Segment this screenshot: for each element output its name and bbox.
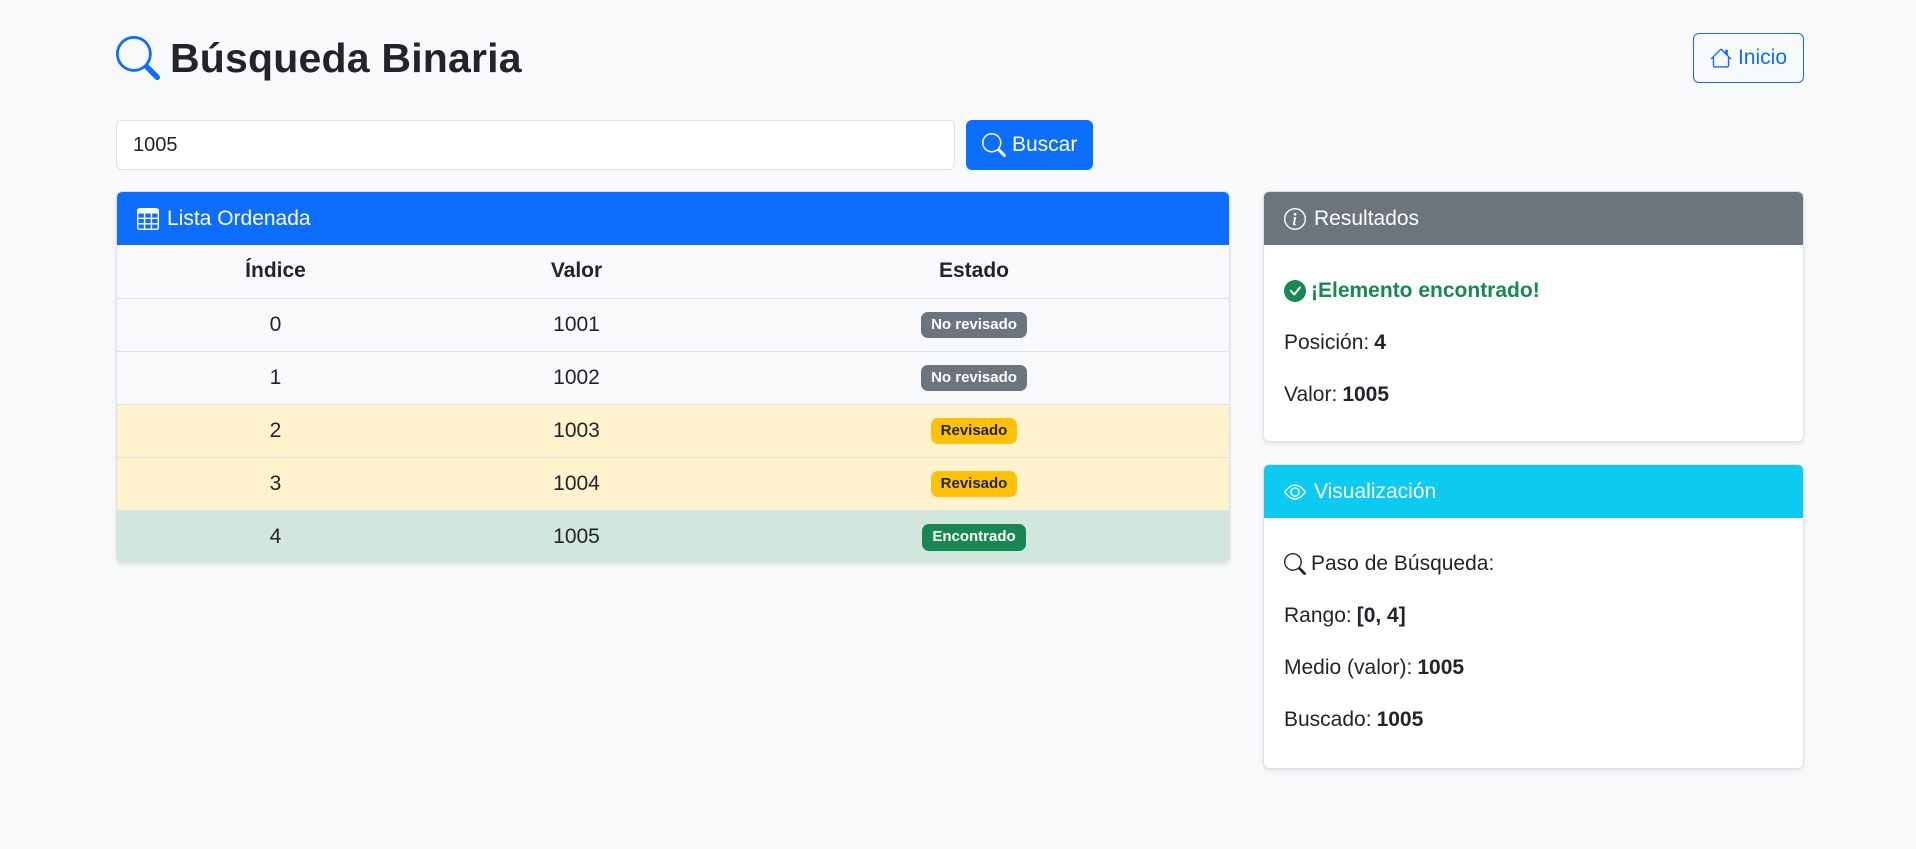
mid-label: Medio (valor): [1284,656,1413,679]
row-index: 3 [117,457,434,511]
search-form: Buscar [116,120,1094,170]
search-icon [982,133,1006,157]
found-message: ¡Elemento encontrado! [1284,265,1783,317]
row-value: 1001 [434,298,719,352]
row-value: 1003 [434,404,719,458]
value-line: Valor: 1005 [1284,369,1783,421]
value-label: Valor: [1284,383,1338,406]
status-badge: Revisado [930,470,1018,498]
sought-label: Buscado: [1284,708,1372,731]
row-value: 1004 [434,457,719,511]
column-header-value: Valor [434,245,719,299]
sorted-list-header: Lista Ordenada [117,192,1229,245]
page-title-text: Búsqueda Binaria [170,34,522,81]
position-line: Posición: 4 [1284,317,1783,369]
info-circle-icon [1284,207,1306,230]
search-button-label: Buscar [1012,133,1078,156]
table-row: 2 1003 Revisado [117,404,1229,458]
mid-line: Medio (valor): 1005 [1284,642,1783,694]
row-index: 4 [117,510,434,562]
range-label: Rango: [1284,604,1352,627]
visualization-body: Paso de Búsqueda: Rango: [0, 4] Medio (v… [1264,518,1803,766]
row-value: 1005 [434,510,719,562]
search-input[interactable] [116,120,955,170]
found-message-text: ¡Elemento encontrado! [1311,279,1540,302]
sorted-list-title: Lista Ordenada [167,206,311,230]
value-value: 1005 [1342,383,1390,406]
home-button-label: Inicio [1737,46,1787,69]
row-status-cell: Revisado [719,457,1229,511]
status-badge: Encontrado [922,524,1026,551]
results-title: Resultados [1314,206,1420,230]
check-circle-icon [1284,280,1306,302]
sought-line: Buscado: 1005 [1284,694,1783,746]
visualization-title: Visualización [1314,479,1437,503]
house-icon [1710,48,1732,68]
row-index: 0 [117,298,434,352]
table-row: 4 1005 Encontrado [117,510,1229,562]
column-header-status: Estado [719,245,1229,299]
range-value: [0, 4] [1356,604,1406,627]
sorted-list-card: Lista Ordenada Índice Valor Estado 0 100… [116,191,1230,563]
table-header-row: Índice Valor Estado [117,245,1229,299]
table-row: 3 1004 Revisado [117,457,1229,511]
range-line: Rango: [0, 4] [1284,590,1783,642]
row-status-cell: No revisado [719,298,1229,352]
mid-value: 1005 [1417,656,1465,679]
row-value: 1002 [434,351,719,405]
search-step-line: Paso de Búsqueda: [1284,538,1783,590]
status-badge: Revisado [930,417,1018,445]
search-step-label: Paso de Búsqueda: [1311,552,1495,575]
row-index: 1 [117,351,434,405]
sorted-list-table: Índice Valor Estado 0 1001 No revisado 1… [117,245,1229,562]
eye-icon [1284,483,1306,500]
visualization-header: Visualización [1264,465,1803,518]
position-label: Posición: [1284,331,1370,354]
results-card: Resultados ¡Elemento encontrado! Posició… [1263,191,1804,442]
home-button[interactable]: Inicio [1692,33,1804,83]
status-badge: No revisado [921,364,1027,392]
sought-value: 1005 [1376,708,1424,731]
row-status-cell: Revisado [719,404,1229,458]
results-header: Resultados [1264,192,1803,245]
row-status-cell: No revisado [719,351,1229,405]
position-value: 4 [1374,331,1386,354]
table-row: 0 1001 No revisado [117,298,1229,352]
status-badge: No revisado [921,311,1027,339]
table-row: 1 1002 No revisado [117,351,1229,405]
results-body: ¡Elemento encontrado! Posición: 4 Valor:… [1264,245,1803,441]
row-index: 2 [117,404,434,458]
visualization-card: Visualización Paso de Búsqueda: Rango: [… [1263,464,1804,769]
page-title: Búsqueda Binaria [116,35,522,82]
row-status-cell: Encontrado [719,510,1229,562]
table-icon [137,207,159,230]
search-button[interactable]: Buscar [966,120,1094,170]
page-header: Búsqueda Binaria Inicio [116,30,1804,86]
search-icon [116,36,160,80]
search-icon [1284,553,1306,575]
column-header-index: Índice [117,245,434,299]
